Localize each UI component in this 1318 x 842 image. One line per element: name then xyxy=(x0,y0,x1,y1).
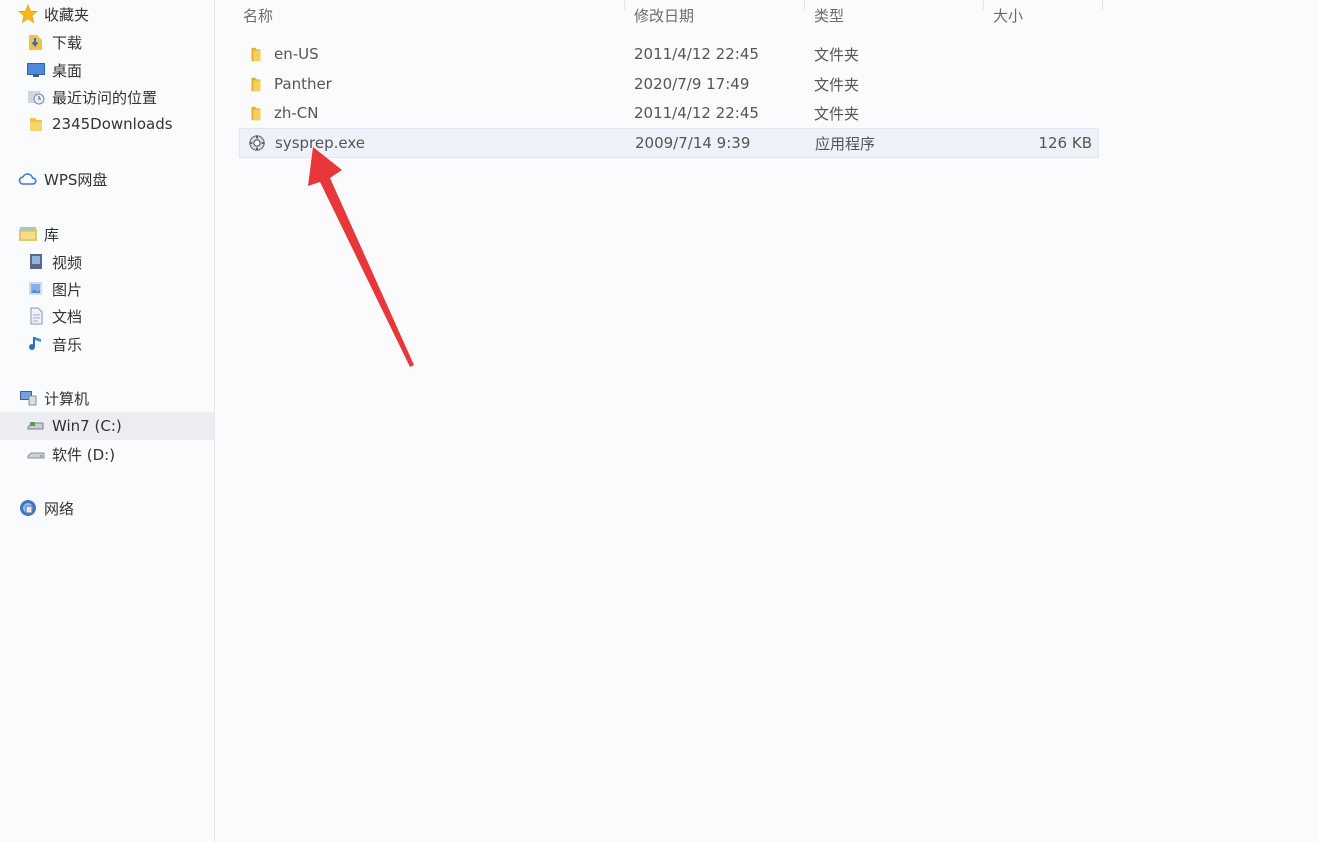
red-arrow-annotation xyxy=(308,147,414,367)
